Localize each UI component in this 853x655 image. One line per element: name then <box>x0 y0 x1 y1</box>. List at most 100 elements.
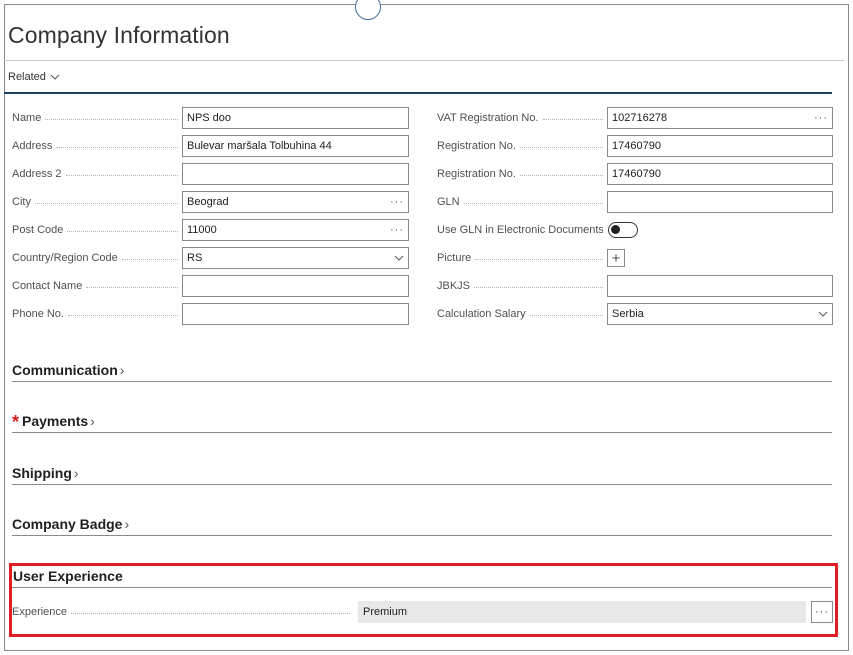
gln-input[interactable] <box>607 191 833 213</box>
fasttab-company-badge[interactable]: Company Badge › <box>12 510 832 536</box>
field-row-gln: GLN <box>437 191 603 213</box>
field-row-post-code: Post Code <box>12 219 178 241</box>
field-label-text: Phone No. <box>12 308 64 320</box>
field-label: Country/Region Code <box>12 252 178 264</box>
field-row-picture: Picture <box>437 247 603 269</box>
experience-field: Premium <box>358 601 806 623</box>
ellipsis-icon[interactable]: ··· <box>386 224 404 236</box>
field-label-text: Post Code <box>12 224 64 236</box>
field-row-use-gln-in-electronic-documents: Use GLN in Electronic Documents <box>437 219 603 241</box>
fasttab-shipping[interactable]: Shipping › <box>12 459 832 485</box>
field-row-registration-no: Registration No. <box>437 163 603 185</box>
field-label-text: Calculation Salary <box>437 308 526 320</box>
ellipsis-icon[interactable]: ··· <box>810 112 828 124</box>
field-label: Address <box>12 140 178 152</box>
fasttab-title: Shipping <box>12 465 72 481</box>
registration-no-input[interactable]: 17460790 <box>607 163 833 185</box>
address-input[interactable]: Bulevar maršala Tolbuhina 44 <box>182 135 409 157</box>
fasttab-title: Communication <box>12 362 118 378</box>
field-label-text: GLN <box>437 196 460 208</box>
toggle-use-gln-in-electronic-documents[interactable] <box>608 222 638 238</box>
label-leader-dots <box>67 315 178 316</box>
field-row-registration-no: Registration No. <box>437 135 603 157</box>
field-label: Picture <box>437 252 603 264</box>
experience-label-row: Experience <box>12 601 354 623</box>
toggle-knob <box>611 225 620 234</box>
field-label: Phone No. <box>12 308 178 320</box>
contact-name-input[interactable] <box>182 275 409 297</box>
phone-no-input[interactable] <box>182 303 409 325</box>
field-row-address: Address <box>12 135 178 157</box>
field-label: GLN <box>437 196 603 208</box>
field-label-text: Country/Region Code <box>12 252 118 264</box>
label-leader-dots <box>542 119 603 120</box>
experience-lookup-button[interactable]: ··· <box>811 601 833 623</box>
chevron-right-icon: › <box>73 465 79 481</box>
field-value: 11000 <box>187 224 217 236</box>
name-input[interactable]: NPS doo <box>182 107 409 129</box>
label-leader-dots <box>65 175 178 176</box>
post-code-input[interactable]: 11000 ··· <box>182 219 409 241</box>
field-label: Use GLN in Electronic Documents <box>437 224 603 236</box>
required-asterisk-icon: * <box>12 412 20 432</box>
jbkjs-input[interactable] <box>607 275 833 297</box>
field-value: 17460790 <box>612 168 661 180</box>
ellipsis-icon: ··· <box>815 606 829 618</box>
plus-icon: + <box>611 249 621 267</box>
field-row-calculation-salary: Calculation Salary <box>437 303 603 325</box>
field-label-text: Name <box>12 112 42 124</box>
label-leader-dots <box>34 203 178 204</box>
related-menu[interactable]: Related <box>8 71 60 83</box>
user-experience-title: User Experience <box>13 568 123 584</box>
chevron-down-icon <box>50 74 60 80</box>
field-label: City <box>12 196 178 208</box>
label-leader-dots <box>67 231 178 232</box>
address-2-input[interactable] <box>182 163 409 185</box>
experience-label: Experience <box>12 606 350 618</box>
label-leader-dots <box>71 613 350 614</box>
field-label: Registration No. <box>437 168 603 180</box>
chevron-down-icon <box>818 311 828 317</box>
country-region-code-input[interactable]: RS <box>182 247 409 269</box>
fasttab-communication[interactable]: Communication › <box>12 356 832 382</box>
related-label: Related <box>8 71 46 83</box>
calculation-salary-input[interactable]: Serbia <box>607 303 833 325</box>
chevron-down-icon <box>394 255 404 261</box>
field-label-text: Picture <box>437 252 472 264</box>
field-row-jbkjs: JBKJS <box>437 275 603 297</box>
label-leader-dots <box>56 147 178 148</box>
fasttab-title: Company Badge <box>12 516 123 532</box>
chevron-right-icon: › <box>124 516 130 532</box>
fasttab-payments[interactable]: * Payments › <box>12 407 832 433</box>
title-divider <box>4 60 844 61</box>
field-value: RS <box>187 252 203 264</box>
fasttab-title: Payments <box>22 413 89 429</box>
field-label: Address 2 <box>12 168 178 180</box>
field-label-text: VAT Registration No. <box>437 112 539 124</box>
field-label-text: Registration No. <box>437 168 516 180</box>
label-leader-dots <box>121 259 178 260</box>
field-row-vat-registration-no: VAT Registration No. <box>437 107 603 129</box>
field-label-text: Use GLN in Electronic Documents <box>437 224 603 236</box>
add-picture-button[interactable]: + <box>607 249 625 267</box>
field-row-contact-name: Contact Name <box>12 275 178 297</box>
label-leader-dots <box>529 315 603 316</box>
vat-registration-no-input[interactable]: 102716278 ··· <box>607 107 833 129</box>
field-label: VAT Registration No. <box>437 112 603 124</box>
field-value: Beograd <box>187 196 229 208</box>
action-bar-divider <box>4 92 832 94</box>
registration-no-input[interactable]: 17460790 <box>607 135 833 157</box>
ellipsis-icon[interactable]: ··· <box>386 196 404 208</box>
city-input[interactable]: Beograd ··· <box>182 191 409 213</box>
field-label-text: City <box>12 196 31 208</box>
field-label-text: JBKJS <box>437 280 471 292</box>
page-frame <box>4 4 849 651</box>
field-label: Registration No. <box>437 140 603 152</box>
highlight-box <box>9 563 838 637</box>
field-row-country-region-code: Country/Region Code <box>12 247 178 269</box>
field-row-city: City <box>12 191 178 213</box>
label-leader-dots <box>463 203 603 204</box>
experience-label-text: Experience <box>12 606 68 618</box>
label-leader-dots <box>475 259 603 260</box>
field-label-text: Address 2 <box>12 168 62 180</box>
